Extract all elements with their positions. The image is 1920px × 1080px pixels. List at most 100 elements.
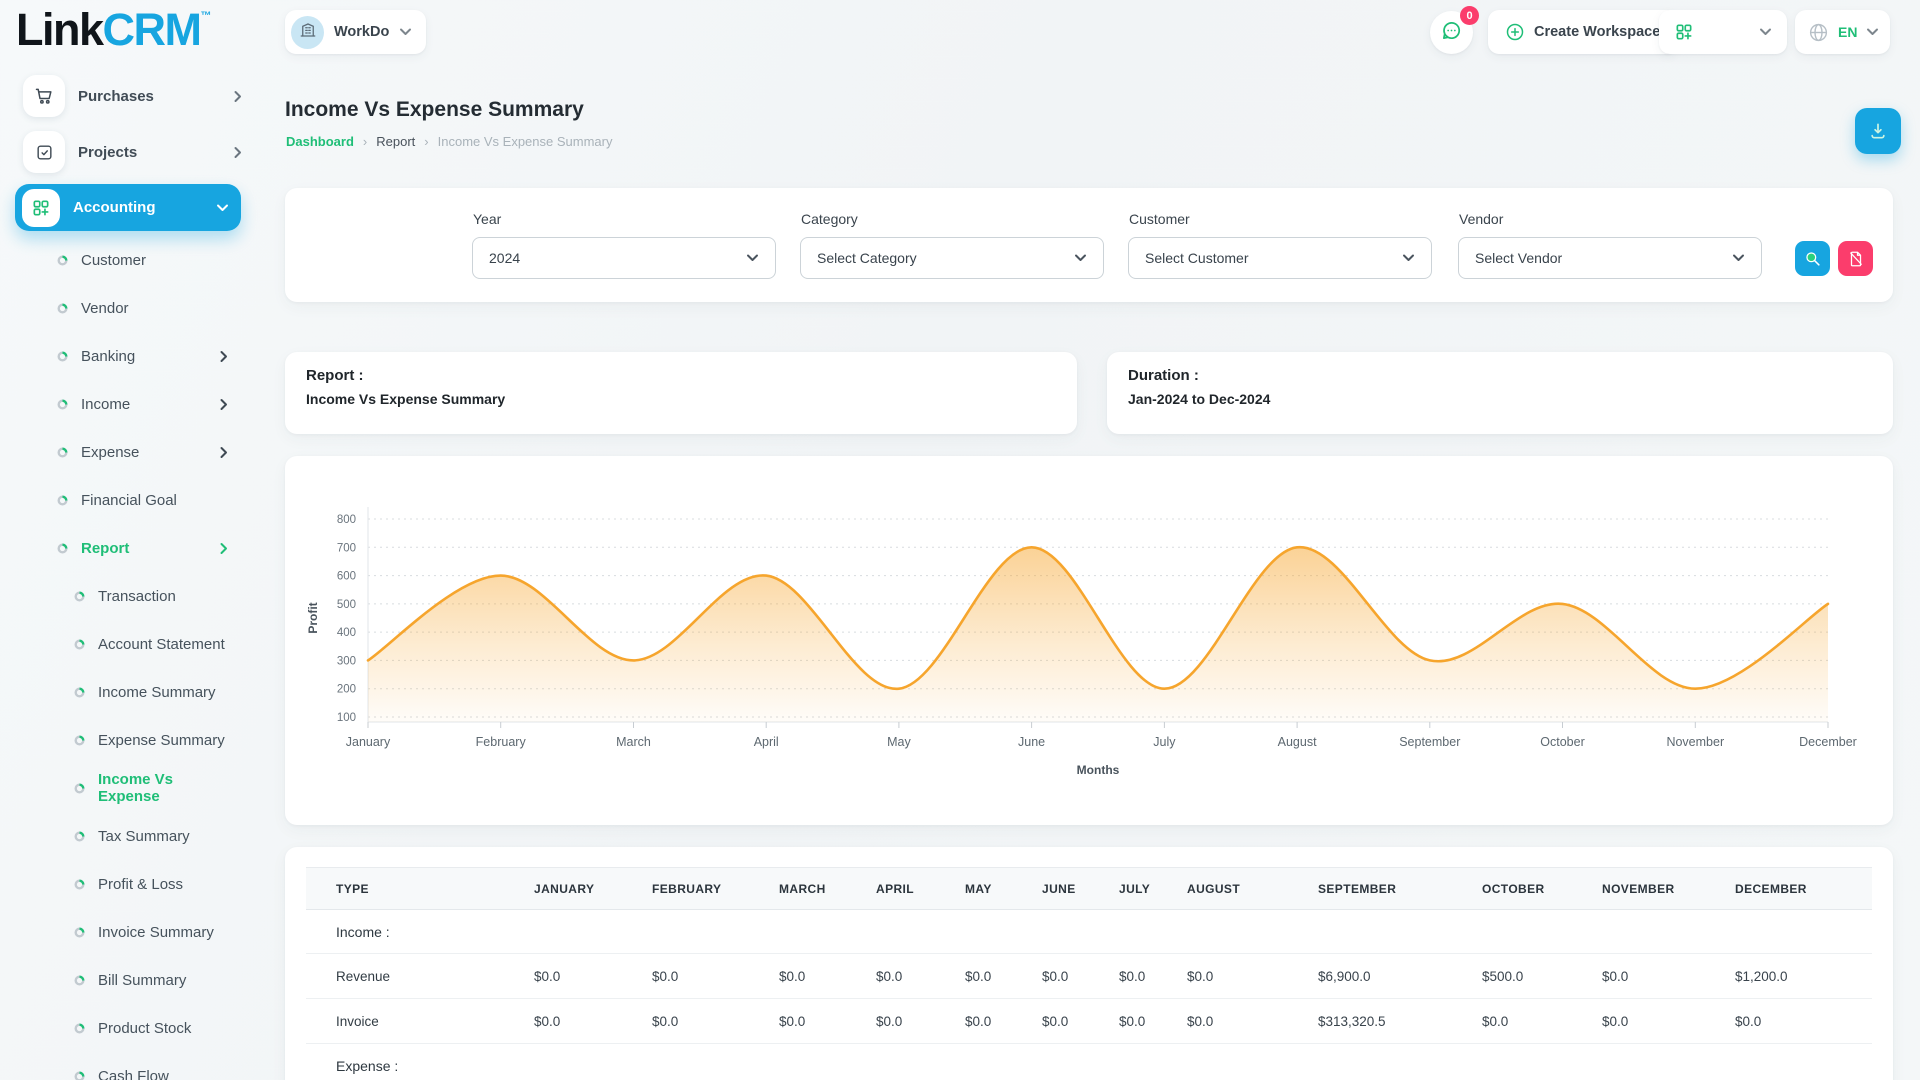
column-header: JULY xyxy=(1119,868,1187,910)
year-select-value: 2024 xyxy=(489,250,520,266)
svg-text:200: 200 xyxy=(337,684,356,696)
bullet-icon xyxy=(74,975,85,986)
bullet-icon xyxy=(74,1023,85,1034)
svg-text:100: 100 xyxy=(337,712,356,724)
sidebar-item-label: Income xyxy=(81,396,130,413)
sidebar-item-invoice-summary[interactable]: Invoice Summary xyxy=(0,908,258,956)
sidebar-item-report[interactable]: Report xyxy=(0,524,258,572)
chevron-right-icon xyxy=(234,146,242,159)
search-button[interactable] xyxy=(1795,241,1830,276)
sidebar-item-customer[interactable]: Customer xyxy=(0,236,258,284)
year-select[interactable]: 2024 xyxy=(472,237,776,279)
create-workspace-button[interactable]: Create Workspace xyxy=(1488,10,1677,54)
customer-select[interactable]: Select Customer xyxy=(1128,237,1432,279)
workspace-switcher[interactable]: WorkDo xyxy=(285,10,426,54)
profit-chart-card: 100200300400500600700800JanuaryFebruaryM… xyxy=(285,456,1893,825)
chevron-down-icon xyxy=(1866,28,1879,36)
sidebar-item-banking[interactable]: Banking xyxy=(0,332,258,380)
value-cell: $0.0 xyxy=(1735,999,1872,1044)
chevron-down-icon xyxy=(1732,254,1745,262)
sidebar-item-label: Profit & Loss xyxy=(98,876,183,893)
vendor-select-value: Select Vendor xyxy=(1475,250,1562,266)
sidebar-item-label: Customer xyxy=(81,252,146,269)
chevron-down-icon xyxy=(1074,254,1087,262)
column-header: AUGUST xyxy=(1187,868,1318,910)
svg-text:March: March xyxy=(616,735,651,749)
svg-text:February: February xyxy=(476,735,527,749)
chat-icon xyxy=(1440,19,1463,47)
app-logo[interactable]: LinkCRM™ xyxy=(16,4,210,56)
breadcrumb: Dashboard › Report › Income Vs Expense S… xyxy=(286,134,612,149)
sidebar-item-vendor[interactable]: Vendor xyxy=(0,284,258,332)
bullet-icon xyxy=(57,255,68,266)
sidebar-item-account-statement[interactable]: Account Statement xyxy=(0,620,258,668)
sidebar-item-label: Banking xyxy=(81,348,135,365)
sidebar-item-bill-summary[interactable]: Bill Summary xyxy=(0,956,258,1004)
sidebar-item-tax-summary[interactable]: Tax Summary xyxy=(0,812,258,860)
language-selector[interactable]: EN xyxy=(1795,10,1890,54)
sidebar-item-transaction[interactable]: Transaction xyxy=(0,572,258,620)
sidebar-item-profit-loss[interactable]: Profit & Loss xyxy=(0,860,258,908)
chevron-down-icon xyxy=(399,28,412,36)
column-header: DECEMBER xyxy=(1735,868,1872,910)
column-header: TYPE xyxy=(306,868,534,910)
plus-circle-icon xyxy=(1505,22,1525,42)
sidebar-item-income-summary[interactable]: Income Summary xyxy=(0,668,258,716)
svg-text:Profit: Profit xyxy=(306,602,320,633)
svg-text:October: October xyxy=(1540,735,1584,749)
report-summary-card: Report : Income Vs Expense Summary xyxy=(285,352,1077,434)
svg-text:December: December xyxy=(1799,735,1857,749)
sidebar-item-label: Vendor xyxy=(81,300,129,317)
customer-select-value: Select Customer xyxy=(1145,250,1248,266)
value-cell: $1,200.0 xyxy=(1735,954,1872,999)
column-header: JUNE xyxy=(1042,868,1119,910)
bullet-icon xyxy=(74,831,85,842)
row-type-cell: Invoice xyxy=(306,999,534,1044)
sidebar: Purchases ProjectsAccounting Customer Vendo… xyxy=(0,68,258,1080)
svg-text:800: 800 xyxy=(337,514,356,526)
trademark-mark: ™ xyxy=(201,10,211,22)
year-filter-field: Year 2024 xyxy=(472,188,776,302)
year-filter-label: Year xyxy=(473,211,501,227)
sidebar-item-expense-summary[interactable]: Expense Summary xyxy=(0,716,258,764)
bullet-icon xyxy=(74,879,85,890)
customer-filter-field: Customer Select Customer xyxy=(1128,188,1432,302)
value-cell: $0.0 xyxy=(779,999,876,1044)
sidebar-item-financial-goal[interactable]: Financial Goal xyxy=(0,476,258,524)
svg-text:500: 500 xyxy=(337,599,356,611)
table-row: Invoice$0.0$0.0$0.0$0.0$0.0$0.0$0.0$0.0$… xyxy=(306,999,1872,1044)
svg-text:August: August xyxy=(1278,735,1317,749)
bullet-icon xyxy=(74,927,85,938)
chevron-right-icon xyxy=(220,542,228,555)
sidebar-item-label: Invoice Summary xyxy=(98,924,214,941)
vendor-select[interactable]: Select Vendor xyxy=(1458,237,1762,279)
sidebar-item-label: Income Vs Expense xyxy=(98,771,228,805)
sidebar-item-projects[interactable]: Projects xyxy=(0,124,258,180)
clear-filter-button[interactable] xyxy=(1838,241,1873,276)
sidebar-item-label: Product Stock xyxy=(98,1020,191,1037)
sidebar-item-cash-flow[interactable]: Cash Flow xyxy=(0,1052,258,1080)
sidebar-item-label: Expense xyxy=(81,444,139,461)
breadcrumb-dashboard[interactable]: Dashboard xyxy=(286,134,354,149)
chevron-down-icon xyxy=(1759,28,1772,36)
sidebar-item-expense[interactable]: Expense xyxy=(0,428,258,476)
chevron-down-icon xyxy=(216,204,229,212)
create-workspace-label: Create Workspace xyxy=(1534,24,1660,40)
value-cell: $0.0 xyxy=(1602,954,1735,999)
sidebar-item-label: Purchases xyxy=(78,88,154,105)
sidebar-item-income-vs-expense[interactable]: Income Vs Expense xyxy=(0,764,258,812)
messages-button[interactable]: 0 xyxy=(1430,11,1473,54)
sidebar-item-product-stock[interactable]: Product Stock xyxy=(0,1004,258,1052)
sidebar-item-income[interactable]: Income xyxy=(0,380,258,428)
breadcrumb-separator: › xyxy=(363,134,367,149)
category-select[interactable]: Select Category xyxy=(800,237,1104,279)
table-row: Revenue$0.0$0.0$0.0$0.0$0.0$0.0$0.0$0.0$… xyxy=(306,954,1872,999)
download-button[interactable] xyxy=(1855,108,1901,154)
breadcrumb-report[interactable]: Report xyxy=(376,134,415,149)
chevron-right-icon xyxy=(220,398,228,411)
apps-menu-button[interactable] xyxy=(1659,10,1787,54)
search-icon xyxy=(1803,249,1822,268)
sidebar-item-accounting[interactable]: Accounting xyxy=(15,184,241,231)
sidebar-item-purchases[interactable]: Purchases xyxy=(0,68,258,124)
breadcrumb-current: Income Vs Expense Summary xyxy=(438,134,613,149)
